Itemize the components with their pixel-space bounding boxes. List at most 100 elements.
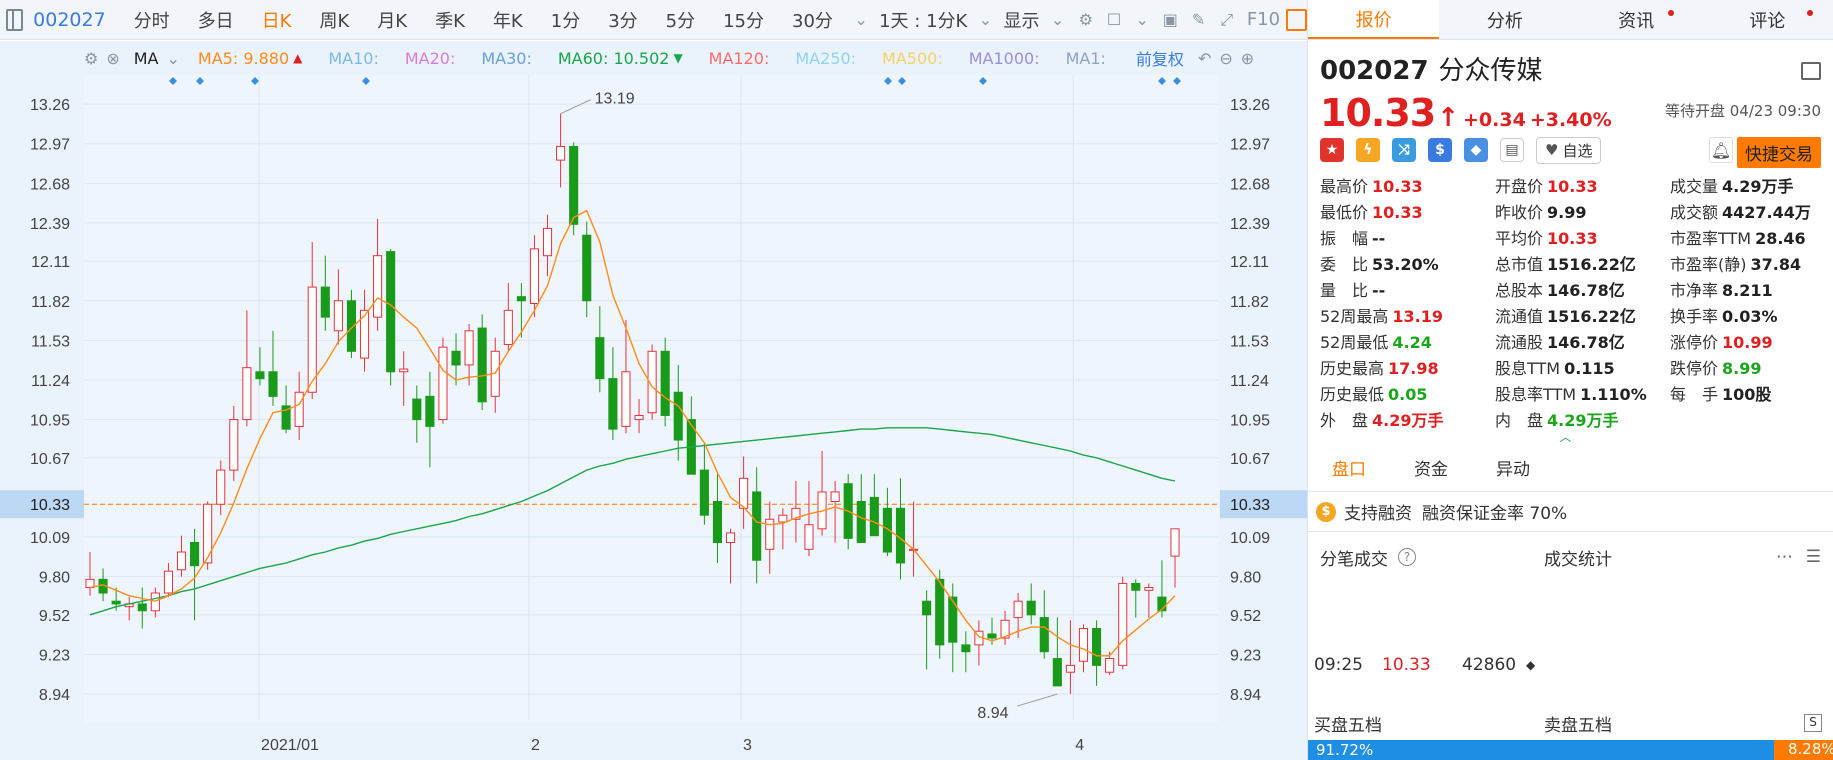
zoom-out-icon[interactable]: ⊖ [1219,49,1232,68]
diamond-icon: ◆ [1526,658,1536,672]
shuffle-icon[interactable]: ⤨ [1392,138,1416,162]
chevron-down-icon[interactable]: ⌄ [847,5,875,35]
period-tab-weekly[interactable]: 周K [306,7,364,33]
collapse-box-icon[interactable]: S [1804,714,1822,732]
candle-down [660,350,670,416]
stat-label: 52周最高 [1320,307,1389,326]
china-flag-icon[interactable]: ★ [1320,138,1344,162]
square-icon[interactable]: ☐ [1100,5,1128,35]
period-tab-intraday[interactable]: 分时 [120,7,184,33]
period-tab-yearly[interactable]: 年K [479,7,537,33]
period-tab-daily[interactable]: 日K [248,7,306,33]
chevron-down-icon[interactable]: ⌄ [167,49,180,68]
stat-label: 内 盘 [1495,411,1544,430]
chart-toolbar: 002027 分时 多日 日K 周K 月K 季K 年K 1分 3分 5分 15分… [0,0,1307,40]
candle-up [634,414,644,421]
gear-icon[interactable]: ⚙ [1072,5,1100,35]
gear-icon[interactable]: ⚙ [84,49,98,68]
candle-down [608,378,618,430]
stat-value: 53.20% [1372,255,1439,274]
stat-value: 28.46 [1755,229,1806,248]
stat-item: 市净率 8.211 [1670,280,1820,302]
candle-down [111,600,121,605]
list-icon[interactable]: ☰ [1806,547,1821,567]
sidebar-toggle-icon[interactable] [6,8,24,31]
tab-unusual[interactable]: 异动 [1472,448,1554,492]
period-tab-1min[interactable]: 1分 [537,7,594,33]
stat-label: 市盈率TTM [1670,229,1752,248]
tab-quote[interactable]: 报价 [1308,0,1440,39]
deal-stats-label[interactable]: 成交统计 [1544,545,1612,570]
tag-icon[interactable]: ◆ [1464,138,1488,162]
candle-down [137,603,147,612]
add-watchlist-button[interactable]: ♥ 自选 [1536,136,1602,164]
tab-comments[interactable]: 评论 [1702,0,1833,39]
tab-analysis[interactable]: 分析 [1439,0,1570,39]
stat-item: 历史最高 17.98 [1320,358,1495,380]
tab-orderbook[interactable]: 盘口 [1308,448,1390,492]
tab-quote-label: 报价 [1355,9,1392,31]
period-tab-15min[interactable]: 15分 [709,7,778,33]
tab-news[interactable]: 资讯 [1571,0,1702,39]
kline-svg[interactable]: 13.26 13.26 12.97 12.97 12.68 12.68 12.39 12.39… [0,75,1307,760]
candle-up [739,477,749,509]
period-tab-3min[interactable]: 3分 [594,7,651,33]
period-tab-quarterly[interactable]: 季K [421,7,479,33]
candle-down [595,337,605,380]
period-tab-5min[interactable]: 5分 [652,7,709,33]
tab-analysis-label: 分析 [1486,10,1523,32]
quick-trade-button[interactable]: 快捷交易 [1737,137,1821,168]
candle-down [569,145,579,225]
stat-label: 52周最低 [1320,333,1389,352]
pen-icon[interactable]: ✎ [1184,5,1212,35]
stat-item: 52周最低 4.24 [1320,332,1495,354]
bell-icon[interactable]: 🔔︎ [1709,137,1733,163]
lightning-icon[interactable]: ϟ [1356,138,1380,162]
fullscreen-icon[interactable]: ⤢ [1213,5,1241,35]
display-menu[interactable]: 显示 [1000,7,1044,33]
candle-up [725,532,736,543]
document-icon[interactable]: ▤ [1500,138,1524,162]
stat-item: 昨收价 9.99 [1495,202,1670,224]
close-icon[interactable]: ⊗ [106,49,119,68]
ma-select[interactable]: MA [134,49,159,68]
candle-up [464,330,474,366]
tab-capital[interactable]: 资金 [1390,448,1472,492]
period-tab-multiday[interactable]: 多日 [184,7,248,33]
tick-row: 09:25 10.33 42860 ◆ [1308,650,1833,680]
collapse-icon[interactable]: ︿ [1298,431,1833,443]
price-adjust-button[interactable]: 前复权 [1136,46,1184,70]
chevron-down-icon[interactable]: ⌄ [971,5,999,35]
stat-item: 股息率TTM 1.110% [1495,384,1670,406]
undo-icon[interactable]: ↶ [1198,49,1211,68]
zoom-in-icon[interactable]: ⊕ [1241,49,1254,68]
tab-comments-label: 评论 [1749,10,1786,32]
f10-button[interactable]: F10 [1241,9,1286,30]
interval-select[interactable]: 1天 : 1分K [875,7,971,33]
candle-down [987,633,997,639]
chevron-down-icon[interactable]: ⌄ [1044,5,1072,35]
panel-toggle-icon[interactable] [1801,62,1821,80]
camera-icon[interactable]: ▣ [1156,5,1184,35]
stock-name: 分众传媒 [1438,56,1543,86]
stat-label: 历史最低 [1320,385,1385,404]
dollar-icon[interactable]: $ [1428,138,1452,162]
candle-down [1131,582,1141,591]
x-tick-label: 2021/01 [261,737,319,754]
period-tab-30min[interactable]: 30分 [778,7,847,33]
ma5-label: MA5: 9.880 [197,48,290,68]
x-tick-label: 3 [743,737,752,754]
margin-label: 支持融资 [1344,504,1412,524]
panel-layout-icon[interactable] [1286,8,1307,31]
candle-up [399,368,409,373]
chevron-down-icon[interactable]: ⌄ [1128,5,1156,35]
help-icon[interactable]: ? [1398,548,1416,566]
y-tick-right: 9.80 [1230,570,1261,587]
stat-item: 成交量 4.29万手 [1670,176,1820,198]
more-icon[interactable]: ⋯ [1776,547,1793,567]
orderbook-header: 买盘五档 卖盘五档 S [1308,706,1833,740]
period-tab-monthly[interactable]: 月K [363,7,421,33]
stat-item: 振 幅 -- [1320,228,1495,250]
ma1-label: MA1: [1065,48,1106,68]
arrow-up-icon: ↑ [1437,103,1459,133]
